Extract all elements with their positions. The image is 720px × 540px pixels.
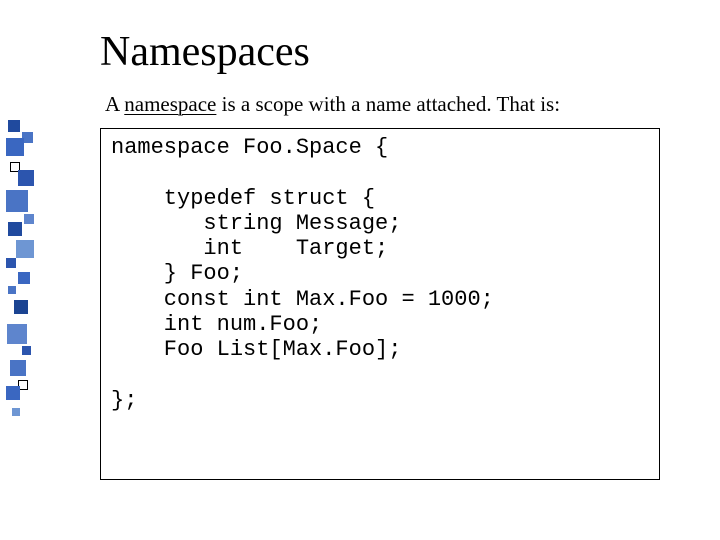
deco-square (18, 170, 34, 186)
deco-square (18, 272, 30, 284)
deco-square (10, 360, 26, 376)
slide-description: A namespace is a scope with a name attac… (105, 92, 560, 117)
slide-title: Namespaces (100, 28, 310, 76)
deco-square (6, 386, 20, 400)
deco-square (8, 222, 22, 236)
decorative-squares (0, 0, 46, 540)
deco-square (24, 214, 34, 224)
deco-square (16, 240, 34, 258)
desc-prefix: A (105, 92, 124, 116)
deco-square (8, 120, 20, 132)
deco-square (6, 138, 24, 156)
deco-square (6, 258, 16, 268)
deco-square (12, 408, 20, 416)
deco-square (7, 324, 27, 344)
deco-square (6, 190, 28, 212)
code-snippet: namespace Foo.Space { typedef struct { s… (111, 135, 649, 413)
desc-underlined-term: namespace (124, 92, 216, 116)
deco-square (14, 300, 28, 314)
desc-suffix: is a scope with a name attached. That is… (216, 92, 560, 116)
deco-square (22, 346, 31, 355)
code-box: namespace Foo.Space { typedef struct { s… (100, 128, 660, 480)
slide: Namespaces A namespace is a scope with a… (0, 0, 720, 540)
deco-square (8, 286, 16, 294)
